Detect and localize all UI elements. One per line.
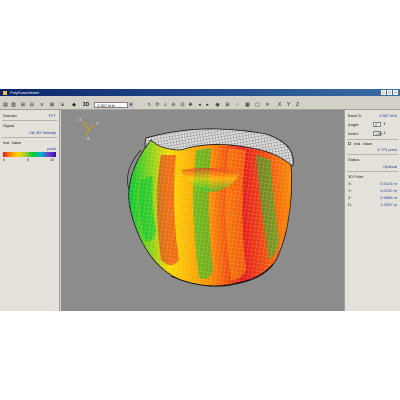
export-icon[interactable]: ⇲ — [58, 102, 66, 108]
axis-x-button[interactable]: X — [276, 102, 283, 108]
pointer-icon[interactable]: ↖ — [146, 102, 153, 108]
rotate-icon[interactable]: ⟳ — [154, 102, 161, 108]
point-y-label: Y: — [348, 188, 352, 193]
step-forward-icon[interactable]: ▸ — [204, 102, 211, 108]
zoom-out-icon[interactable]: ⊖ — [170, 102, 177, 108]
point-d-value: 1.2057 m — [380, 202, 397, 207]
angle-spin-arrows-icon[interactable]: ⇕ — [383, 122, 386, 127]
angle-label: Angle: — [348, 122, 360, 127]
point-x-label: X: — [348, 181, 352, 186]
status-label: Status — [348, 157, 360, 162]
view-3d-button[interactable]: 3D — [80, 102, 92, 108]
axis-triad-icon: X Y Z — [79, 117, 99, 141]
animate-icon[interactable]: ◉ — [214, 102, 221, 108]
display-icon[interactable]: ⊠ — [48, 102, 56, 108]
fit-view-icon[interactable]: ⊡ — [179, 102, 186, 108]
axis-y-button[interactable]: Y — [285, 102, 292, 108]
insl-value: 3.779 µm/s — [377, 147, 397, 152]
label-icon[interactable]: ▢ — [254, 102, 261, 108]
signal-label: Signal — [3, 123, 15, 128]
surface-icon[interactable]: ▦ — [244, 102, 251, 108]
right-panel: Band 5: 2.587 kHz Angle: 0° ⇕ Index: 130… — [344, 110, 400, 311]
index-label: Index: — [348, 131, 359, 136]
insl-value-label: Insl. Value — [3, 140, 22, 145]
3d-viewport[interactable]: X Y Z — [61, 110, 344, 311]
divider — [347, 171, 398, 172]
axis-label-z: Z — [87, 136, 90, 141]
window-title: PolyScanViewer — [10, 90, 40, 95]
minimize-button[interactable] — [381, 90, 386, 95]
pan-icon[interactable]: ✥ — [187, 102, 194, 108]
scale-tick-mid: 5 — [27, 158, 29, 162]
3d-point-label: 3D Point — [348, 174, 364, 179]
color-scale-bar — [3, 152, 56, 157]
frequency-band-value: 2.587 kHz — [97, 103, 116, 108]
axis-label-x: X — [79, 117, 82, 122]
axis-label-y: Y — [96, 121, 99, 126]
grid-icon[interactable]: ⊟ — [28, 102, 36, 108]
unit-label: µm/s — [47, 146, 56, 151]
point-y-value: 0.0792 m — [380, 188, 397, 193]
close-button[interactable] — [393, 90, 398, 95]
divider — [2, 120, 57, 121]
points-icon[interactable]: ⁘ — [234, 102, 241, 108]
insl-value-label: Insl. Value — [354, 141, 373, 146]
band-label: Band 5: — [348, 113, 362, 118]
toolbar: ▤ ▥ ⊞ ⊟ ≡ ⊠ ⇲ ◆ 3D 2.587 kHz ▾ ↖ ⟳ ⌕ ⊖ ⊡… — [0, 101, 400, 110]
divider — [2, 137, 57, 138]
scale-tick-max: 10 — [50, 158, 54, 162]
title-bar: PolyScanViewer — [0, 89, 400, 96]
frequency-band-select[interactable]: 2.587 kHz — [94, 102, 128, 108]
maximize-button[interactable] — [387, 90, 392, 95]
domain-label: Domain — [3, 113, 17, 118]
application-window: PolyScanViewer ▤ ▥ ⊞ ⊟ ≡ ⊠ ⇲ ◆ 3D 2.587 … — [0, 89, 400, 311]
reset-icon[interactable]: ✕ — [264, 102, 271, 108]
axis-z-button[interactable]: Z — [294, 102, 301, 108]
arrange-icon[interactable]: ≡ — [38, 102, 46, 108]
save-file-icon[interactable]: ▥ — [10, 102, 17, 108]
divider — [347, 154, 398, 155]
scan-surface-render: X Y Z — [79, 117, 294, 287]
divider — [347, 139, 398, 140]
layout-icon[interactable]: ⊞ — [19, 102, 27, 108]
domain-value[interactable]: FFT — [49, 113, 56, 118]
angle-spinner[interactable]: 0° — [373, 122, 381, 127]
point-z-label: Z: — [348, 195, 352, 200]
index-value: 1301 — [375, 132, 383, 136]
index-spinner[interactable]: 1301 — [373, 131, 383, 136]
insl-value-checkbox[interactable] — [348, 142, 351, 145]
status-value: Optimal — [383, 164, 397, 169]
scan-surface — [127, 139, 293, 287]
band-value: 2.587 kHz — [378, 113, 397, 118]
angle-value: 0° — [375, 123, 379, 127]
signal-value[interactable]: Vib 3D Velocity — [29, 130, 56, 135]
step-back-icon[interactable]: ◂ — [196, 102, 203, 108]
scale-tick-min: 0 — [3, 158, 5, 162]
palette-icon[interactable]: ◆ — [70, 102, 78, 108]
index-spin-arrows-icon[interactable]: ⇕ — [383, 131, 386, 136]
point-d-label: D: — [348, 202, 352, 207]
dropdown-arrow-icon[interactable]: ▾ — [128, 102, 134, 108]
open-file-icon[interactable]: ▤ — [2, 102, 9, 108]
app-icon — [3, 90, 7, 95]
point-x-value: 0.0124 m — [380, 181, 397, 186]
point-z-value: 0.3964 m — [380, 195, 397, 200]
mesh-icon[interactable]: ⊞ — [224, 102, 231, 108]
left-panel: Domain FFT Signal Vib 3D Velocity Insl. … — [0, 110, 60, 311]
zoom-icon[interactable]: ⌕ — [162, 102, 169, 108]
